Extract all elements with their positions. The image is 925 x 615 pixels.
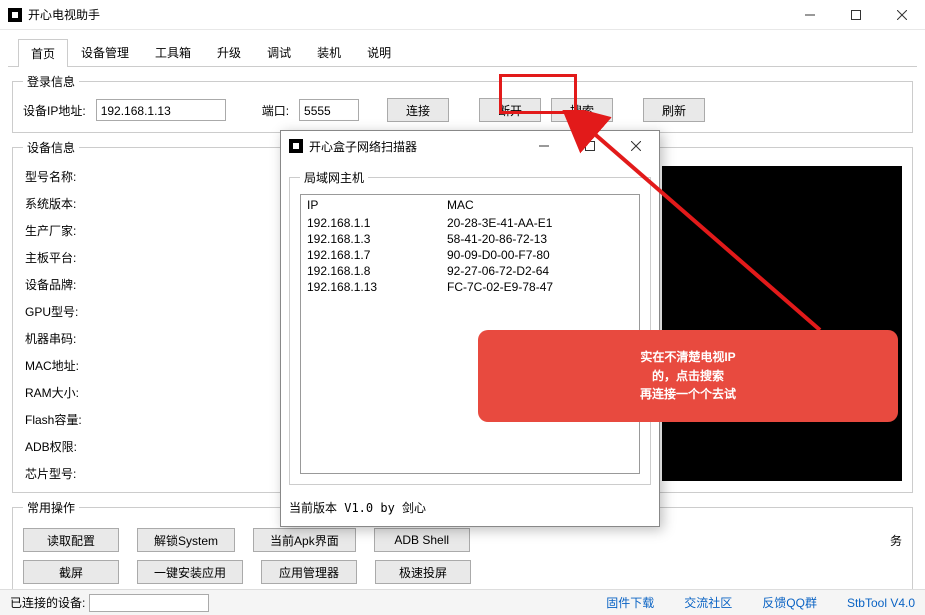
lan-legend: 局域网主机 xyxy=(300,169,368,186)
main-titlebar: 开心电视助手 xyxy=(0,0,925,30)
port-input[interactable]: 5555 xyxy=(299,99,359,121)
lan-row: 192.168.1.892-27-06-72-D2-64 xyxy=(301,263,639,279)
lan-row: 192.168.1.358-41-20-86-72-13 xyxy=(301,231,639,247)
tab-toolbox[interactable]: 工具箱 xyxy=(142,38,204,66)
login-legend: 登录信息 xyxy=(23,73,79,90)
tab-device-manage[interactable]: 设备管理 xyxy=(68,38,142,66)
tab-home[interactable]: 首页 xyxy=(18,39,68,67)
connect-button[interactable]: 连接 xyxy=(387,98,449,122)
lan-row: 192.168.1.120-28-3E-41-AA-E1 xyxy=(301,215,639,231)
tab-debug[interactable]: 调试 xyxy=(254,38,304,66)
login-fieldset: 登录信息 设备IP地址: 192.168.1.13 端口: 5555 连接 断开… xyxy=(12,73,913,133)
lan-row: 192.168.1.13FC-7C-02-E9-78-47 xyxy=(301,279,639,295)
status-label: 已连接的设备: xyxy=(10,594,85,611)
link-firmware[interactable]: 固件下载 xyxy=(606,594,654,611)
lan-fieldset: 局域网主机 IP MAC 192.168.1.120-28-3E-41-AA-E… xyxy=(289,169,651,485)
app-manager-button[interactable]: 应用管理器 xyxy=(261,560,357,584)
screenshot-button[interactable]: 截屏 xyxy=(23,560,119,584)
port-label: 端口: xyxy=(262,102,289,119)
col-mac-header: MAC xyxy=(447,198,474,212)
popup-titlebar: 开心盒子网络扫描器 xyxy=(281,131,659,161)
scanner-popup: 开心盒子网络扫描器 局域网主机 IP MAC 192.168.1.120-28-… xyxy=(280,130,660,527)
unlock-system-button[interactable]: 解锁System xyxy=(137,528,235,552)
app-title: 开心电视助手 xyxy=(28,6,100,23)
install-app-button[interactable]: 一键安装应用 xyxy=(137,560,243,584)
popup-app-icon xyxy=(289,139,303,153)
ip-input[interactable]: 192.168.1.13 xyxy=(96,99,226,121)
screen-preview xyxy=(662,166,902,481)
disconnect-button[interactable]: 断开 xyxy=(479,98,541,122)
refresh-button[interactable]: 刷新 xyxy=(643,98,705,122)
popup-minimize-button[interactable] xyxy=(521,131,567,161)
connected-device-field[interactable] xyxy=(89,594,209,612)
ip-label: 设备IP地址: xyxy=(23,102,86,119)
callout-line2: 的，点击搜索 xyxy=(500,367,876,386)
popup-maximize-button[interactable] xyxy=(567,131,613,161)
tab-install[interactable]: 装机 xyxy=(304,38,354,66)
tab-upgrade[interactable]: 升级 xyxy=(204,38,254,66)
partial-text: 务 xyxy=(890,532,902,549)
close-button[interactable] xyxy=(879,0,925,30)
lan-row: 192.168.1.790-09-D0-00-F7-80 xyxy=(301,247,639,263)
col-ip-header: IP xyxy=(307,198,447,212)
ops-legend: 常用操作 xyxy=(23,499,79,516)
cast-button[interactable]: 极速投屏 xyxy=(375,560,471,584)
device-legend: 设备信息 xyxy=(23,139,79,156)
tab-about[interactable]: 说明 xyxy=(354,38,404,66)
link-community[interactable]: 交流社区 xyxy=(684,594,732,611)
current-apk-button[interactable]: 当前Apk界面 xyxy=(253,528,356,552)
link-qq[interactable]: 反馈QQ群 xyxy=(762,594,817,611)
callout-line3: 再连接一个个去试 xyxy=(500,385,876,404)
adb-shell-button[interactable]: ADB Shell xyxy=(374,528,470,552)
tabstrip: 首页 设备管理 工具箱 升级 调试 装机 说明 xyxy=(8,30,917,67)
annotation-callout: 实在不清楚电视IP 的，点击搜索 再连接一个个去试 xyxy=(478,330,898,422)
version-label: StbTool V4.0 xyxy=(847,596,915,610)
popup-close-button[interactable] xyxy=(613,131,659,161)
statusbar: 已连接的设备: 固件下载 交流社区 反馈QQ群 StbTool V4.0 xyxy=(0,589,925,615)
read-config-button[interactable]: 读取配置 xyxy=(23,528,119,552)
minimize-button[interactable] xyxy=(787,0,833,30)
popup-footer: 当前版本 V1.0 by 剑心 xyxy=(281,493,659,526)
search-button[interactable]: 搜索 xyxy=(551,98,613,122)
popup-title: 开心盒子网络扫描器 xyxy=(309,138,417,155)
app-icon xyxy=(8,8,22,22)
callout-line1: 实在不清楚电视IP xyxy=(500,348,876,367)
maximize-button[interactable] xyxy=(833,0,879,30)
